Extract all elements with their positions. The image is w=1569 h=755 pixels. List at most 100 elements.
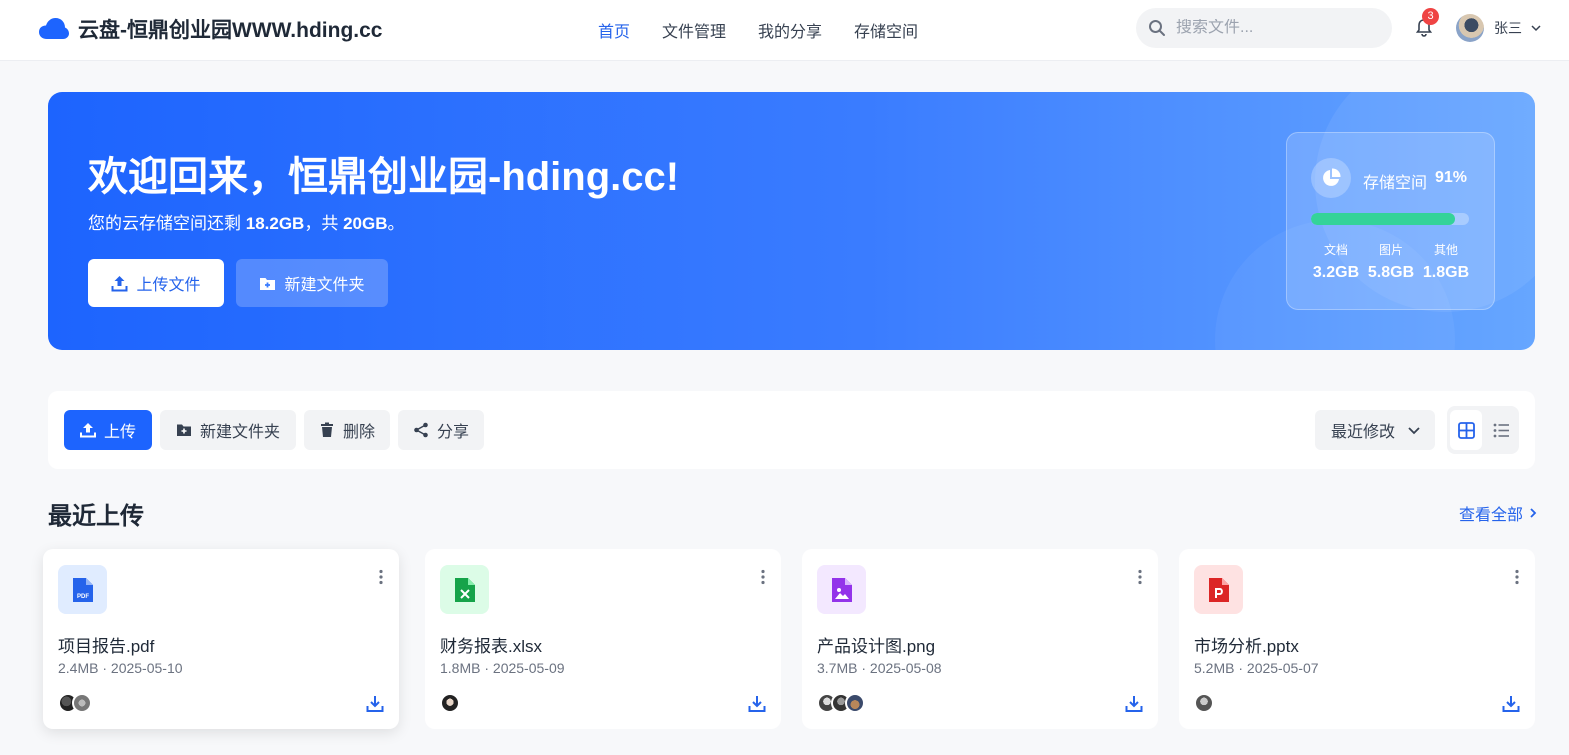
- shared-avatars: [440, 693, 460, 713]
- shared-avatars: [817, 693, 865, 713]
- share-icon: [414, 422, 428, 438]
- upload-icon: [111, 275, 128, 291]
- file-meta: 2.4MB · 2025-05-10: [58, 660, 183, 676]
- search-input[interactable]: [1176, 19, 1376, 37]
- logo[interactable]: 云盘-恒鼎创业园WWW.hding.cc: [39, 14, 382, 44]
- upload-file-button[interactable]: 上传文件: [88, 259, 224, 307]
- nav-storage[interactable]: 存储空间: [854, 18, 918, 42]
- cloud-icon: [39, 18, 69, 39]
- file-name: 财务报表.xlsx: [440, 637, 542, 656]
- avatar: [1194, 693, 1214, 713]
- shared-avatars: [1194, 693, 1214, 713]
- nav-home[interactable]: 首页: [598, 18, 630, 42]
- nav-my-shares[interactable]: 我的分享: [758, 18, 822, 42]
- list-icon: [1493, 423, 1509, 437]
- welcome-banner: 欢迎回来，恒鼎创业园-hding.cc! 您的云存储空间还剩 18.2GB，共 …: [48, 92, 1535, 350]
- image-icon: [817, 565, 866, 614]
- more-vertical-icon[interactable]: [1513, 569, 1521, 585]
- category-name: 其他: [1433, 243, 1458, 257]
- list-view-button[interactable]: [1485, 410, 1517, 450]
- remaining-space: 18.2GB: [245, 214, 305, 233]
- shared-avatars: [58, 693, 92, 713]
- storage-percent: 91%: [1435, 169, 1468, 186]
- main-nav: 首页 文件管理 我的分享 存储空间: [598, 18, 950, 42]
- xlsx-icon: [440, 565, 489, 614]
- avatar: [845, 693, 865, 713]
- file-card[interactable]: 产品设计图.png 3.7MB · 2025-05-08: [802, 549, 1158, 729]
- search-box: [1136, 8, 1392, 48]
- folder-plus-icon: [260, 277, 276, 290]
- upload-button[interactable]: 上传: [64, 410, 152, 450]
- storage-label: 存储空间: [1363, 175, 1428, 192]
- notification-badge: 3: [1422, 8, 1439, 25]
- download-icon[interactable]: [1502, 695, 1520, 713]
- pdf-icon: PDF: [58, 565, 107, 614]
- view-all-link[interactable]: 查看全部: [1459, 501, 1539, 525]
- view-all-label: 查看全部: [1459, 507, 1524, 524]
- storage-card[interactable]: 存储空间 91% 文档 图片 其他 3.2GB 5.8GB 1.8GB: [1286, 132, 1495, 310]
- file-name: 市场分析.pptx: [1194, 637, 1299, 656]
- grid-icon: [1457, 421, 1475, 439]
- storage-summary: 您的云存储空间还剩 18.2GB，共 20GB。: [88, 209, 404, 234]
- new-folder-button[interactable]: 新建文件夹: [236, 259, 388, 307]
- download-icon[interactable]: [1125, 695, 1143, 713]
- sort-label: 最近修改: [1331, 424, 1396, 441]
- user-menu[interactable]: 张三: [1456, 14, 1542, 42]
- pptx-icon: [1194, 565, 1243, 614]
- summary-text: 您的云存储空间还剩: [88, 214, 246, 233]
- chevron-down-icon: [1531, 25, 1541, 32]
- storage-progress-fill: [1311, 213, 1455, 225]
- file-meta: 5.2MB · 2025-05-07: [1194, 660, 1319, 676]
- summary-text: ，共: [304, 214, 344, 233]
- file-card[interactable]: 财务报表.xlsx 1.8MB · 2025-05-09: [425, 549, 781, 729]
- file-meta: 3.7MB · 2025-05-08: [817, 660, 942, 676]
- file-name: 项目报告.pdf: [58, 637, 155, 656]
- search-icon: [1149, 20, 1165, 36]
- nav-file-management[interactable]: 文件管理: [662, 18, 726, 42]
- sort-select[interactable]: 最近修改: [1315, 410, 1435, 450]
- pie-chart-icon: [1311, 158, 1351, 198]
- total-space: 20GB: [343, 214, 388, 233]
- user-name: 张三: [1494, 20, 1522, 36]
- file-meta: 1.8MB · 2025-05-09: [440, 660, 565, 676]
- upload-icon: [79, 423, 96, 438]
- category-name: 图片: [1378, 243, 1403, 257]
- section-title: 最近上传: [48, 503, 144, 530]
- more-vertical-icon[interactable]: [759, 569, 767, 585]
- file-card[interactable]: 市场分析.pptx 5.2MB · 2025-05-07: [1179, 549, 1535, 729]
- chevron-down-icon: [1408, 427, 1420, 435]
- avatar: [440, 693, 460, 713]
- category-value: 3.2GB: [1312, 264, 1360, 281]
- delete-label: 删除: [342, 424, 375, 441]
- trash-icon: [320, 422, 333, 437]
- more-vertical-icon[interactable]: [377, 569, 385, 585]
- top-header: 云盘-恒鼎创业园WWW.hding.cc 首页 文件管理 我的分享 存储空间 3…: [0, 0, 1569, 61]
- storage-progress-bar: [1311, 213, 1469, 225]
- avatar: [72, 693, 92, 713]
- grid-view-button[interactable]: [1450, 410, 1482, 450]
- more-vertical-icon[interactable]: [1136, 569, 1144, 585]
- upload-file-label: 上传文件: [136, 277, 201, 294]
- summary-text: 。: [387, 214, 405, 233]
- new-folder-button[interactable]: 新建文件夹: [160, 410, 296, 450]
- chevron-right-icon: [1530, 508, 1537, 518]
- welcome-heading: 欢迎回来，恒鼎创业园-hding.cc!: [88, 155, 680, 199]
- svg-text:PDF: PDF: [77, 594, 89, 600]
- view-toggle: [1447, 406, 1519, 454]
- new-folder-label: 新建文件夹: [284, 277, 365, 294]
- delete-button[interactable]: 删除: [304, 410, 390, 450]
- share-button[interactable]: 分享: [398, 410, 484, 450]
- file-name: 产品设计图.png: [817, 637, 936, 656]
- category-name: 文档: [1323, 243, 1348, 257]
- new-folder-label: 新建文件夹: [199, 424, 280, 441]
- file-toolbar: 上传 新建文件夹 删除 分享 最近修改: [48, 391, 1535, 469]
- download-icon[interactable]: [748, 695, 766, 713]
- file-card[interactable]: PDF 项目报告.pdf 2.4MB · 2025-05-10: [43, 549, 399, 729]
- share-label: 分享: [436, 424, 469, 441]
- app-title: 云盘-恒鼎创业园WWW.hding.cc: [78, 19, 383, 42]
- upload-label: 上传: [103, 424, 136, 441]
- folder-plus-icon: [176, 424, 191, 436]
- category-value: 5.8GB: [1367, 264, 1415, 281]
- category-value: 1.8GB: [1422, 264, 1470, 281]
- download-icon[interactable]: [366, 695, 384, 713]
